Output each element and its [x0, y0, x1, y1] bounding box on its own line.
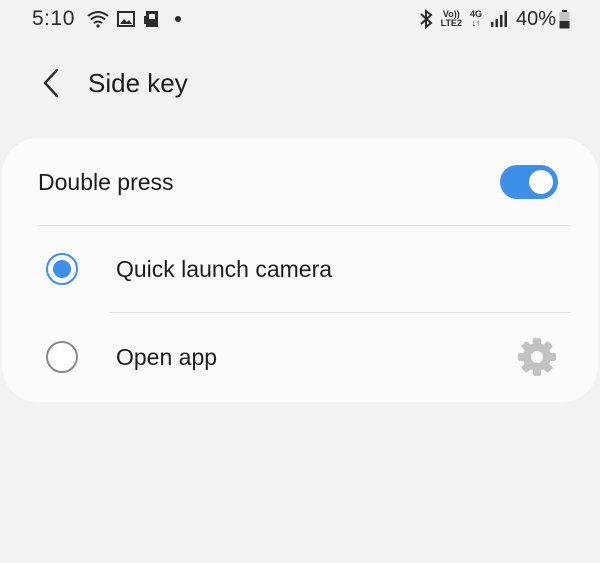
radio-button-unselected[interactable]	[46, 341, 78, 373]
gear-icon	[518, 338, 556, 376]
battery-icon	[559, 9, 570, 29]
status-time: 5:10	[32, 7, 75, 30]
image-icon	[116, 11, 135, 27]
battery-percent: 40%	[515, 7, 556, 30]
option-label: Open app	[116, 343, 218, 370]
status-bar: 5:10 Vo)) LTE2 4G ↓↑ 40%	[0, 0, 600, 38]
double-press-toggle[interactable]	[500, 165, 558, 199]
back-button[interactable]	[32, 61, 72, 105]
toggle-knob	[527, 168, 555, 196]
divider	[110, 312, 570, 313]
network-type-indicator: 4G ↓↑	[469, 9, 482, 28]
status-left: 5:10	[32, 7, 181, 31]
notification-app-icon	[143, 10, 161, 28]
double-press-label: Double press	[38, 168, 174, 195]
double-press-row[interactable]: Double press	[2, 138, 598, 226]
open-app-settings-button[interactable]	[516, 336, 558, 378]
app-header: Side key	[0, 55, 600, 111]
option-label: Quick launch camera	[116, 255, 333, 282]
volte-indicator: Vo)) LTE2	[440, 9, 462, 28]
radio-button-selected[interactable]	[46, 253, 78, 285]
bluetooth-icon	[419, 9, 433, 29]
wifi-icon	[87, 10, 109, 28]
option-quick-launch-camera[interactable]: Quick launch camera	[2, 226, 598, 312]
more-notifications-dot	[174, 16, 181, 22]
status-right: Vo)) LTE2 4G ↓↑ 40%	[419, 8, 570, 31]
page-title: Side key	[88, 67, 188, 98]
option-open-app[interactable]: Open app	[2, 314, 598, 400]
settings-card: Double press Quick launch camera Open ap…	[2, 138, 598, 402]
chevron-left-icon	[43, 68, 59, 98]
signal-icon	[490, 11, 508, 27]
